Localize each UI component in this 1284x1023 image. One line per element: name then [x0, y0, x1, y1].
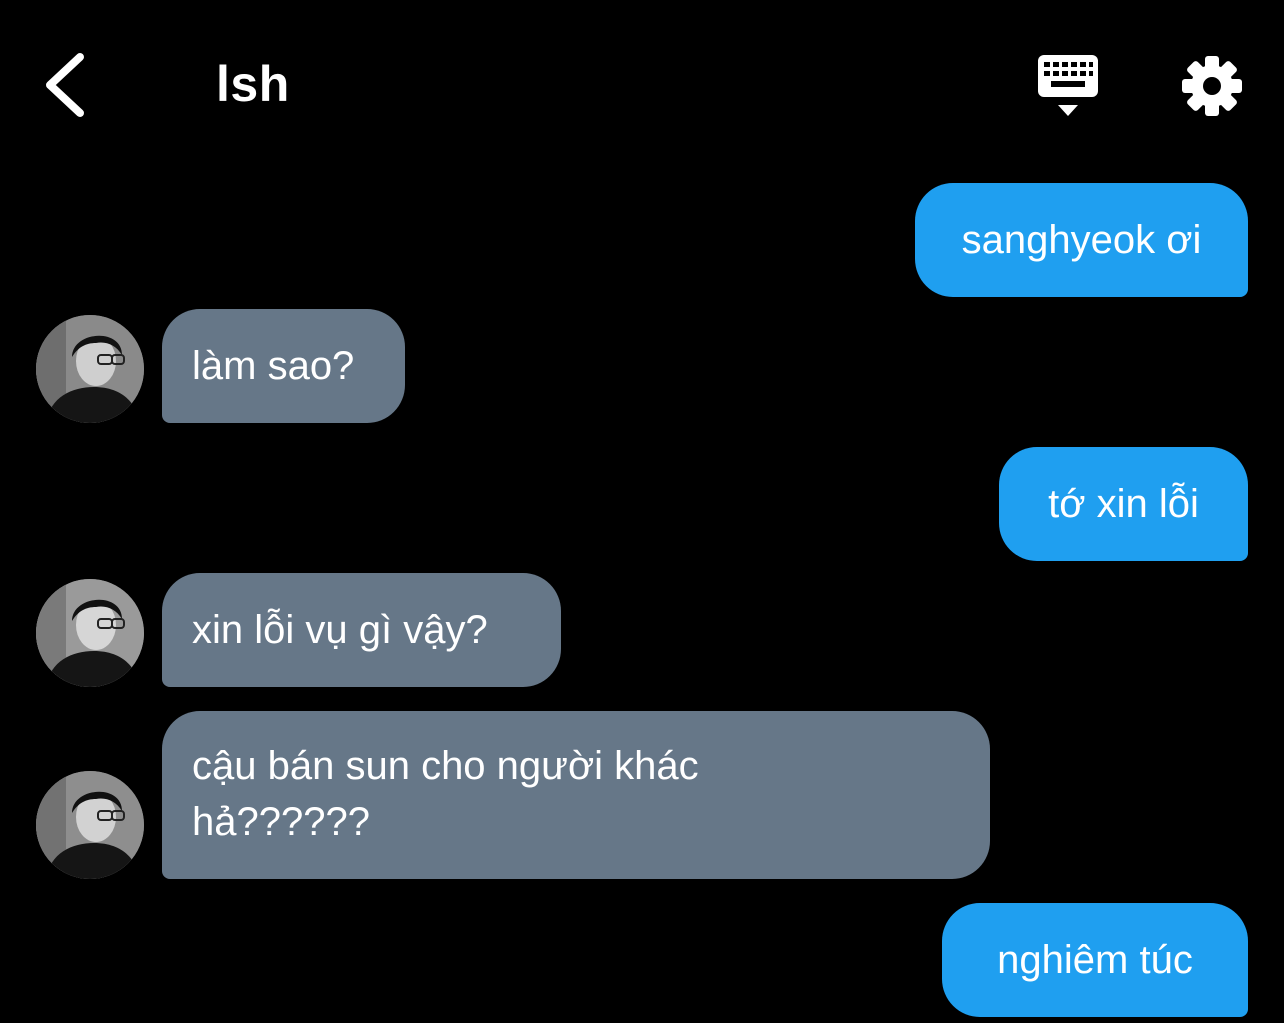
keyboard-toggle-button[interactable]: [1030, 50, 1106, 122]
gear-icon: [1182, 56, 1242, 116]
chat-header: lsh: [0, 0, 1284, 160]
received-message-bubble[interactable]: làm sao?: [162, 309, 405, 423]
chat-title: lsh: [216, 56, 290, 112]
avatar[interactable]: [36, 579, 144, 687]
sent-message-bubble[interactable]: sanghyeok ơi: [915, 183, 1248, 297]
contact-photo: [36, 771, 144, 879]
contact-photo: [36, 579, 144, 687]
message-text: tớ xin lỗi: [1048, 482, 1199, 526]
message-text: sanghyeok ơi: [961, 218, 1202, 262]
back-button[interactable]: [30, 45, 100, 125]
sent-message-bubble[interactable]: tớ xin lỗi: [999, 447, 1248, 561]
sent-message-bubble[interactable]: nghiêm túc: [942, 903, 1248, 1017]
message-text: cậu bán sun cho người khác hả??????: [192, 744, 699, 844]
settings-button[interactable]: [1178, 52, 1246, 120]
message-text: nghiêm túc: [997, 938, 1193, 982]
received-message-bubble[interactable]: xin lỗi vụ gì vậy?: [162, 573, 561, 687]
message-text: làm sao?: [192, 344, 355, 388]
received-message-bubble[interactable]: cậu bán sun cho người khác hả??????: [162, 711, 990, 879]
keyboard-hide-icon: [1038, 55, 1098, 116]
chevron-left-icon: [46, 53, 84, 117]
contact-photo: [36, 315, 144, 423]
avatar[interactable]: [36, 771, 144, 879]
message-text: xin lỗi vụ gì vậy?: [192, 608, 488, 652]
avatar[interactable]: [36, 315, 144, 423]
